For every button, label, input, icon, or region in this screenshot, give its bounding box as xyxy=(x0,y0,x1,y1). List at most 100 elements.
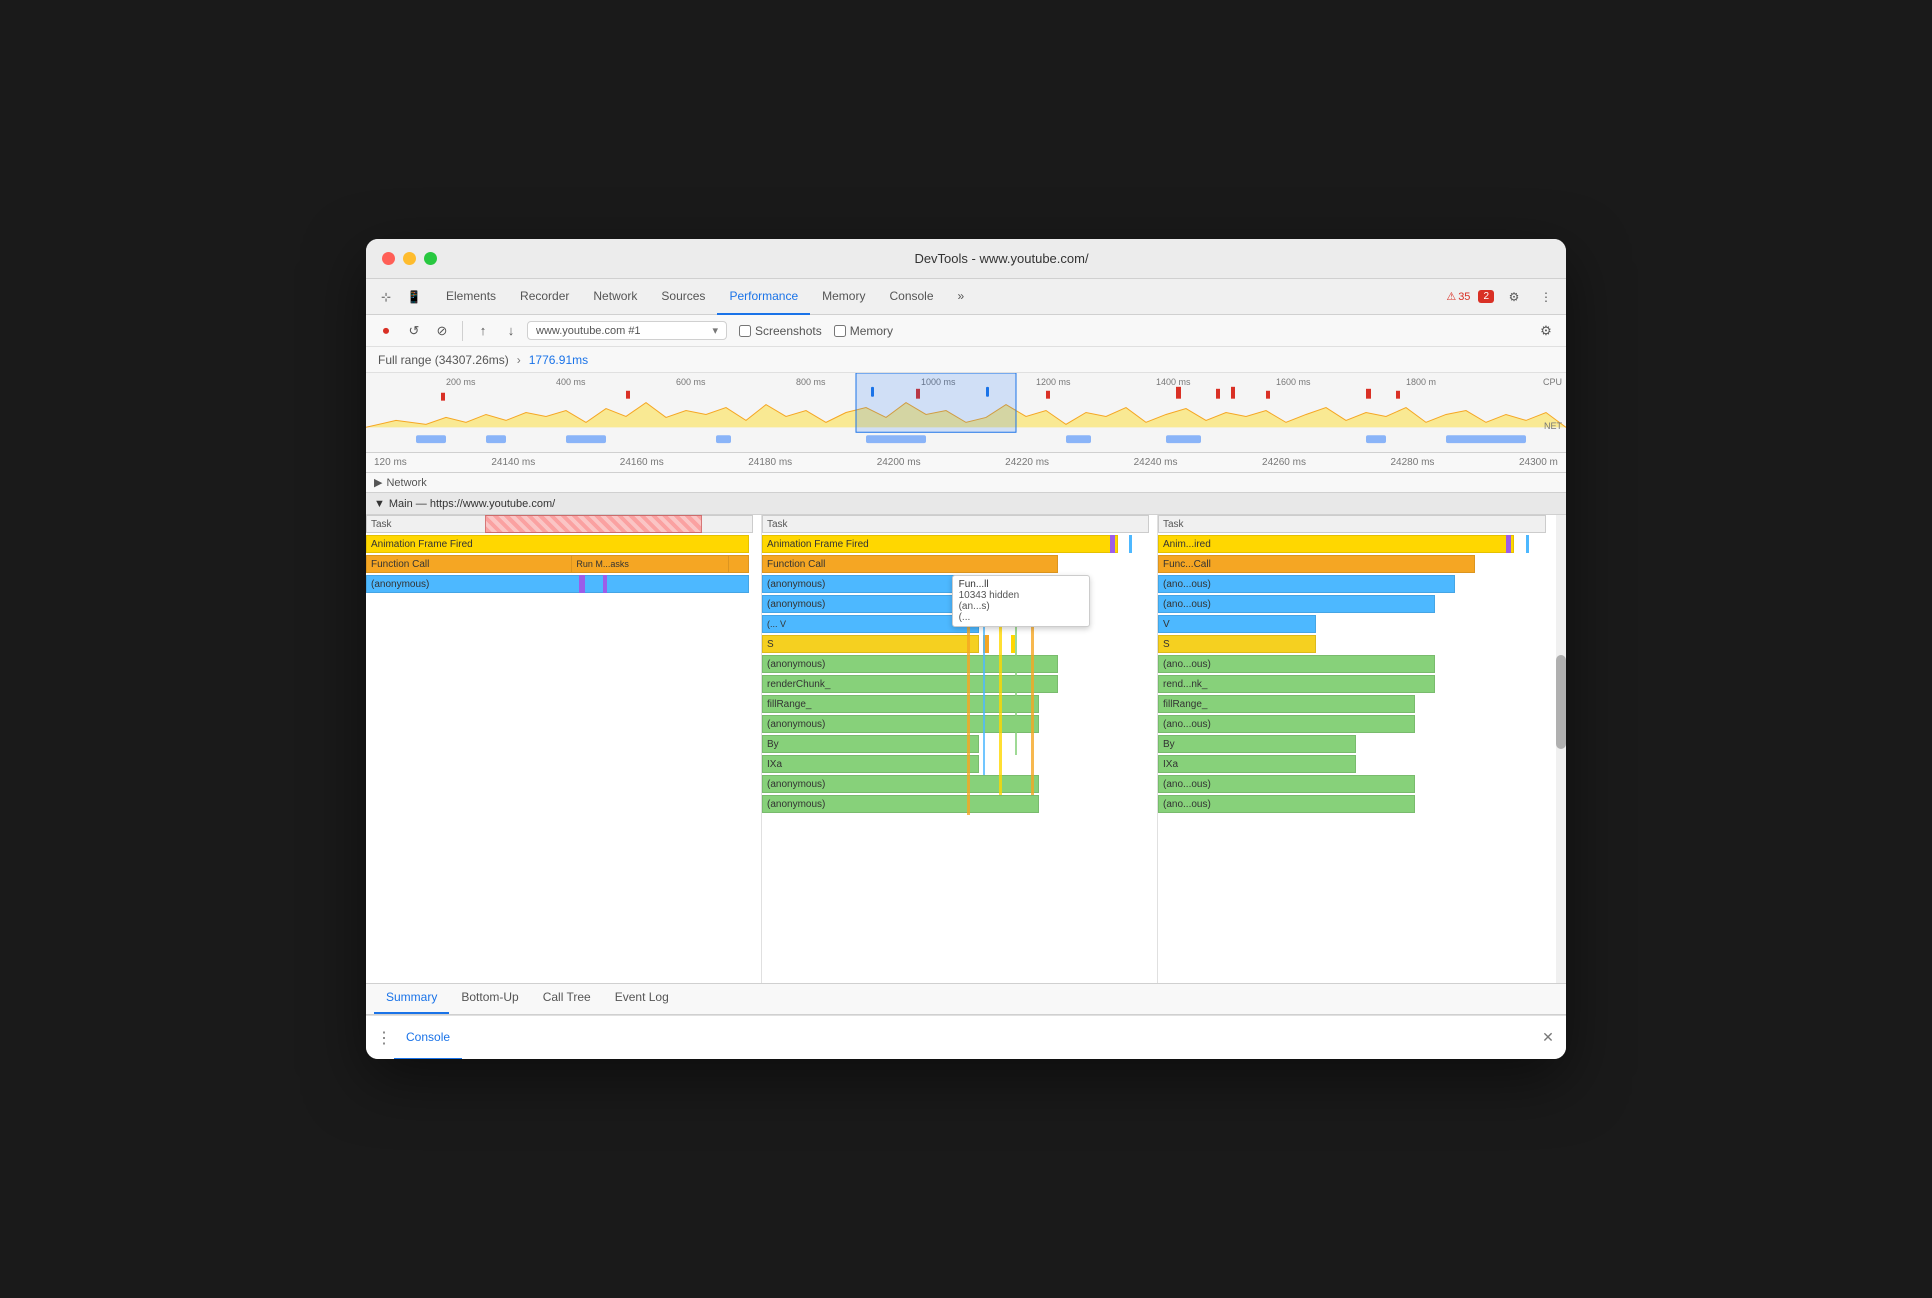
ruler-mark: 24260 ms xyxy=(1262,457,1306,468)
anous-bar-4[interactable]: (ano...ous) xyxy=(1158,795,1415,813)
anonymous-bar-1[interactable]: (anonymous) xyxy=(366,575,749,593)
separator-1 xyxy=(462,321,463,341)
by-bar[interactable]: By xyxy=(762,735,979,753)
warning-badge: ⚠ 35 xyxy=(1446,290,1470,303)
anonymous-bar-5[interactable]: (ano...ous) xyxy=(1158,595,1435,613)
tab-elements[interactable]: Elements xyxy=(434,279,508,315)
long-task-bar[interactable] xyxy=(485,515,702,533)
svg-text:1600 ms: 1600 ms xyxy=(1276,377,1311,387)
function-call-bar-3[interactable]: Func...Call xyxy=(1158,555,1475,573)
window-title: DevTools - www.youtube.com/ xyxy=(453,251,1550,266)
drawer-menu-icon[interactable]: ⋮ xyxy=(374,1028,394,1048)
rendnk-bar[interactable]: rend...nk_ xyxy=(1158,675,1435,693)
svg-text:1200 ms: 1200 ms xyxy=(1036,377,1071,387)
flame-column-3: Task Anim...ired Func...Call (ano...ous)… xyxy=(1158,515,1554,983)
function-call-bar-2[interactable]: Function Call xyxy=(762,555,1058,573)
capture-settings-icon[interactable]: ⚙ xyxy=(1534,319,1558,343)
flame-chart-content[interactable]: Task Animation Frame Fired Function Call… xyxy=(366,515,1566,983)
network-expand-icon[interactable]: ▶ xyxy=(374,476,382,489)
fill-range-bar[interactable]: fillRange_ xyxy=(762,695,1039,713)
vertical-scrollbar[interactable] xyxy=(1556,515,1566,983)
run-microtasks-bar[interactable]: Run M...asks xyxy=(571,555,729,573)
devtools-icons: ⊹ 📱 xyxy=(374,285,426,309)
performance-toolbar: ⏺ ↺ ⊘ ↑ ↓ www.youtube.com #1 ▾ Screensho… xyxy=(366,315,1566,347)
tab-event-log[interactable]: Event Log xyxy=(603,982,681,1014)
bottom-tabs-bar: Summary Bottom-Up Call Tree Event Log xyxy=(366,983,1566,1015)
ruler-mark: 24220 ms xyxy=(1005,457,1049,468)
title-bar: DevTools - www.youtube.com/ xyxy=(366,239,1566,279)
tab-network[interactable]: Network xyxy=(581,279,649,315)
s-bar-2[interactable]: S xyxy=(762,635,979,653)
v-bar[interactable]: V xyxy=(1158,615,1316,633)
screenshots-checkbox[interactable]: Screenshots xyxy=(739,324,822,338)
tooltip-line-4: (... xyxy=(959,612,1083,623)
overview-panel[interactable]: 200 ms 400 ms 600 ms 800 ms 1000 ms 1200… xyxy=(366,373,1566,453)
tab-recorder[interactable]: Recorder xyxy=(508,279,581,315)
ruler-marks: 120 ms 24140 ms 24160 ms 24180 ms 24200 … xyxy=(374,457,1558,468)
network-section: ▶ Network xyxy=(366,473,1566,493)
tab-sources[interactable]: Sources xyxy=(649,279,717,315)
minor-task-2 xyxy=(603,575,607,593)
url-dropdown-icon[interactable]: ▾ xyxy=(712,324,718,337)
tab-bottom-up[interactable]: Bottom-Up xyxy=(449,982,530,1014)
device-icon[interactable]: 📱 xyxy=(402,285,426,309)
console-drawer: ⋮ Console ✕ xyxy=(366,1015,1566,1059)
tab-console[interactable]: Console xyxy=(877,279,945,315)
tooltip: Fun...ll 10343 hidden (an...s) (... xyxy=(952,575,1090,627)
flame-column-1: Task Animation Frame Fired Function Call… xyxy=(366,515,762,983)
anonymous-bar-4[interactable]: (ano...ous) xyxy=(1158,575,1455,593)
anous-bar-3[interactable]: (ano...ous) xyxy=(1158,775,1415,793)
minor-anim-4 xyxy=(1526,535,1529,553)
anous-bar-2[interactable]: (ano...ous) xyxy=(1158,715,1415,733)
tooltip-line-2: 10343 hidden xyxy=(959,590,1083,601)
maximize-button[interactable] xyxy=(424,252,437,265)
anons-bar[interactable]: (... V xyxy=(762,615,979,633)
drawer-close-button[interactable]: ✕ xyxy=(1538,1028,1558,1048)
clear-button[interactable]: ⊘ xyxy=(430,319,454,343)
animation-frame-bar-2[interactable]: Animation Frame Fired xyxy=(762,535,1118,553)
minor-anim-2 xyxy=(1129,535,1132,553)
s-bar-3[interactable]: S xyxy=(1158,635,1316,653)
scrollbar-thumb[interactable] xyxy=(1556,655,1566,749)
minimize-button[interactable] xyxy=(403,252,416,265)
memory-checkbox[interactable]: Memory xyxy=(834,324,893,338)
tooltip-line-3: (an...s) xyxy=(959,601,1083,612)
toolbar-checkboxes: Screenshots Memory xyxy=(739,324,893,338)
console-tab[interactable]: Console xyxy=(394,1016,462,1060)
main-expand-icon[interactable]: ▼ xyxy=(374,498,385,510)
animation-frame-bar-1[interactable]: Animation Frame Fired xyxy=(366,535,749,553)
upload-button[interactable]: ↑ xyxy=(471,319,495,343)
task-bar-3[interactable]: Task xyxy=(1158,515,1546,533)
range-arrow: › xyxy=(517,353,521,367)
overview-chart: 200 ms 400 ms 600 ms 800 ms 1000 ms 1200… xyxy=(366,373,1566,452)
ixa-bar-3[interactable]: IXa xyxy=(1158,755,1356,773)
tab-summary[interactable]: Summary xyxy=(374,982,449,1014)
record-button[interactable]: ⏺ xyxy=(374,319,398,343)
anonymous-green-4[interactable]: (anonymous) xyxy=(762,795,1039,813)
devtools-tabs-bar: ⊹ 📱 Elements Recorder Network Sources Pe… xyxy=(366,279,1566,315)
anonymous-green-3[interactable]: (anonymous) xyxy=(762,775,1039,793)
settings-icon[interactable]: ⚙ xyxy=(1502,285,1526,309)
task-bar-2[interactable]: Task xyxy=(762,515,1149,533)
tab-performance[interactable]: Performance xyxy=(717,279,810,315)
by-bar-3[interactable]: By xyxy=(1158,735,1356,753)
url-selector[interactable]: www.youtube.com #1 ▾ xyxy=(527,321,727,340)
svg-text:800 ms: 800 ms xyxy=(796,377,826,387)
devtools-window: DevTools - www.youtube.com/ ⊹ 📱 Elements… xyxy=(366,239,1566,1059)
range-bar: Full range (34307.26ms) › 1776.91ms xyxy=(366,347,1566,373)
ixa-bar[interactable]: IXa xyxy=(762,755,979,773)
close-button[interactable] xyxy=(382,252,395,265)
tab-memory[interactable]: Memory xyxy=(810,279,877,315)
tab-call-tree[interactable]: Call Tree xyxy=(531,982,603,1014)
refresh-button[interactable]: ↺ xyxy=(402,319,426,343)
download-button[interactable]: ↓ xyxy=(499,319,523,343)
fillrange-bar-3[interactable]: fillRange_ xyxy=(1158,695,1415,713)
more-icon[interactable]: ⋮ xyxy=(1534,285,1558,309)
tooltip-line-1: Fun...ll xyxy=(959,579,1083,590)
tab-more[interactable]: » xyxy=(946,279,977,315)
animation-frame-bar-3[interactable]: Anim...ired xyxy=(1158,535,1514,553)
anonymous-green-2[interactable]: (anonymous) xyxy=(762,715,1039,733)
inspect-icon[interactable]: ⊹ xyxy=(374,285,398,309)
main-thread-header: ▼ Main — https://www.youtube.com/ xyxy=(366,493,1566,515)
anous-bar-1[interactable]: (ano...ous) xyxy=(1158,655,1435,673)
